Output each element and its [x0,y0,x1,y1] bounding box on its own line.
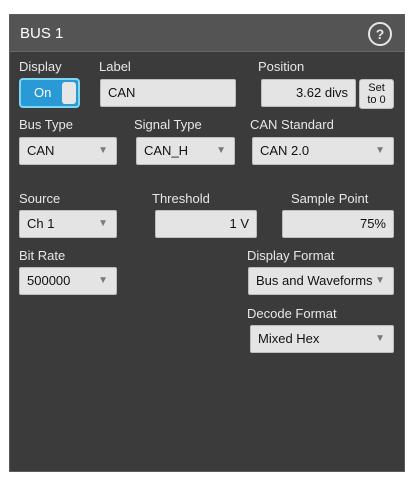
bit-rate-value: 500000 [27,273,71,288]
source-value: Ch 1 [27,216,55,231]
chevron-down-icon: ▼ [375,333,385,344]
display-format-label: Display Format [247,248,335,263]
bus-config-panel: BUS 1 ? Display On Label CAN Position 3.… [9,14,405,472]
label-field-label: Label [99,59,131,74]
bus-type-select[interactable]: CAN ▼ [19,137,117,165]
title-bar: BUS 1 ? [10,15,404,52]
chevron-down-icon: ▼ [375,275,385,286]
display-toggle[interactable]: On [19,78,80,108]
signal-type-value: CAN_H [144,143,189,158]
source-select[interactable]: Ch 1 ▼ [19,210,117,238]
label-input[interactable]: CAN [100,79,236,107]
position-input[interactable]: 3.62 divs [261,79,356,107]
can-standard-value: CAN 2.0 [260,143,310,158]
display-format-value: Bus and Waveforms [256,273,373,288]
sample-point-label: Sample Point [291,191,369,206]
can-standard-select[interactable]: CAN 2.0 ▼ [252,137,394,165]
bit-rate-select[interactable]: 500000 ▼ [19,267,117,295]
chevron-down-icon: ▼ [98,145,108,156]
threshold-label: Threshold [152,191,210,206]
signal-type-label: Signal Type [134,117,202,132]
decode-format-label: Decode Format [247,306,337,321]
threshold-input[interactable]: 1 V [155,210,257,238]
decode-format-select[interactable]: Mixed Hex ▼ [250,325,394,353]
decode-format-value: Mixed Hex [258,331,320,346]
chevron-down-icon: ▼ [375,145,385,156]
set-to-zero-button[interactable]: Set to 0 [359,79,394,109]
bus-type-label: Bus Type [19,117,73,132]
bit-rate-label: Bit Rate [19,248,66,263]
set-button-line1: Set [368,82,385,94]
chevron-down-icon: ▼ [98,218,108,229]
display-toggle-text: On [34,85,52,100]
bus-type-value: CAN [27,143,55,158]
position-label: Position [258,59,305,74]
source-label: Source [19,191,61,206]
signal-type-select[interactable]: CAN_H ▼ [136,137,235,165]
display-label: Display [19,59,62,74]
chevron-down-icon: ▼ [98,275,108,286]
set-button-line2: to 0 [367,94,386,106]
can-standard-label: CAN Standard [250,117,334,132]
panel-title: BUS 1 [20,25,64,42]
chevron-down-icon: ▼ [216,145,226,156]
help-icon[interactable]: ? [368,22,392,46]
display-format-select[interactable]: Bus and Waveforms ▼ [248,267,394,295]
toggle-knob [62,82,76,104]
sample-point-input[interactable]: 75% [282,210,394,238]
